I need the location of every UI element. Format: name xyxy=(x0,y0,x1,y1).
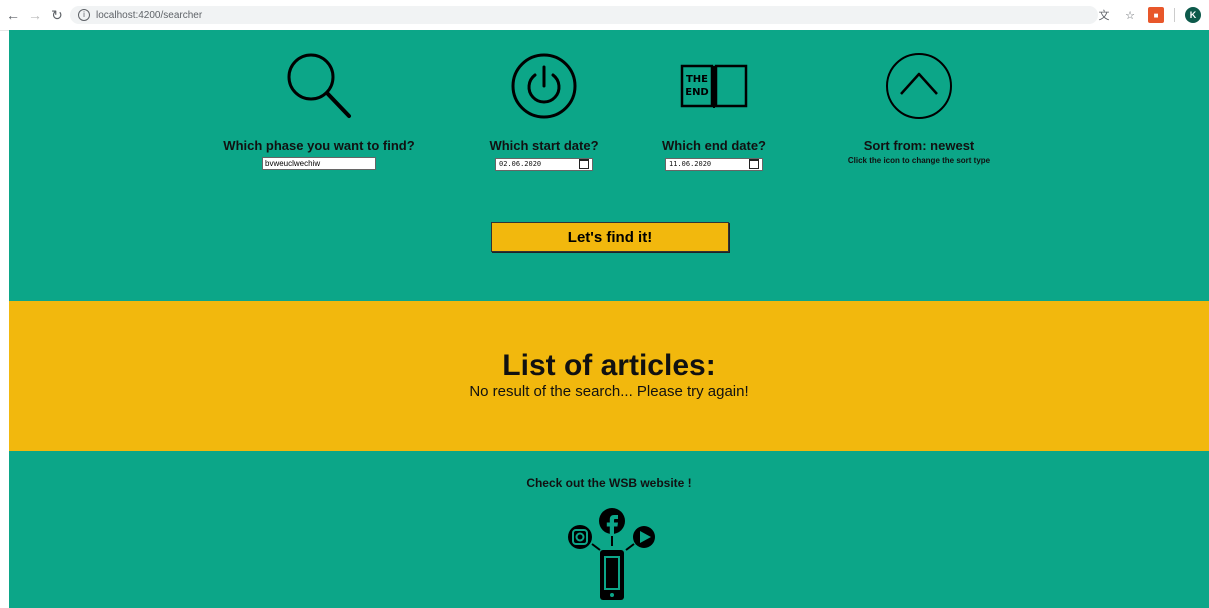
info-icon[interactable]: i xyxy=(78,9,90,21)
sort-chevron-up-icon[interactable] xyxy=(883,50,955,122)
start-date-label: Which start date? xyxy=(489,138,599,153)
forward-arrow-icon[interactable]: → xyxy=(26,6,44,24)
sort-column: Sort from: newest Click the icon to chan… xyxy=(819,40,1019,165)
searcher-page: Which phase you want to find? Which star… xyxy=(9,30,1209,608)
articles-section: List of articles: No result of the searc… xyxy=(9,301,1209,451)
end-date-value: 11.06.2020 xyxy=(669,160,712,168)
social-media-icon[interactable] xyxy=(564,506,662,602)
search-section: Which phase you want to find? Which star… xyxy=(9,30,1209,301)
no-result-message: No result of the search... Please try ag… xyxy=(469,383,749,400)
search-icon xyxy=(287,53,351,118)
find-button[interactable]: Let's find it! xyxy=(491,222,729,252)
extension-icon[interactable]: ■ xyxy=(1148,7,1164,23)
start-date-input[interactable]: 02.06.2020 xyxy=(495,157,593,171)
footer-text: Check out the WSB website ! xyxy=(526,476,692,490)
back-arrow-icon[interactable]: ← xyxy=(4,6,22,24)
footer-section: Check out the WSB website ! xyxy=(9,451,1209,608)
translate-icon[interactable]: 文 xyxy=(1096,7,1112,23)
end-icon-word-1: THE xyxy=(686,74,708,85)
bookmark-star-icon[interactable]: ☆ xyxy=(1122,7,1138,23)
reload-icon[interactable]: ↻ xyxy=(48,6,66,24)
browser-toolbar: ← → ↻ i localhost:4200/searcher 文 ☆ ■ K xyxy=(0,0,1209,31)
power-icon xyxy=(511,53,577,119)
phrase-column: Which phase you want to find? xyxy=(204,40,434,171)
articles-title: List of articles: xyxy=(502,349,716,382)
end-date-label: Which end date? xyxy=(662,138,766,153)
address-bar[interactable]: i localhost:4200/searcher xyxy=(70,6,1098,24)
end-date-input[interactable]: 11.06.2020 xyxy=(665,157,763,171)
the-end-book-icon: THE END xyxy=(680,64,748,108)
phrase-label: Which phase you want to find? xyxy=(223,138,415,153)
sort-label: Sort from: newest xyxy=(863,138,975,153)
end-date-column: THE END Which end date? 11.06.2020 xyxy=(639,40,789,171)
sort-hint: Click the icon to change the sort type xyxy=(847,156,991,165)
toolbar-divider xyxy=(1174,8,1175,22)
phrase-input[interactable] xyxy=(262,157,376,170)
start-date-column: Which start date? 02.06.2020 xyxy=(469,40,619,171)
calendar-icon[interactable] xyxy=(579,159,589,169)
calendar-icon[interactable] xyxy=(749,159,759,169)
url-text: localhost:4200/searcher xyxy=(96,9,203,21)
start-date-value: 02.06.2020 xyxy=(499,160,542,168)
profile-avatar[interactable]: K xyxy=(1185,7,1201,23)
end-icon-word-2: END xyxy=(685,87,709,98)
